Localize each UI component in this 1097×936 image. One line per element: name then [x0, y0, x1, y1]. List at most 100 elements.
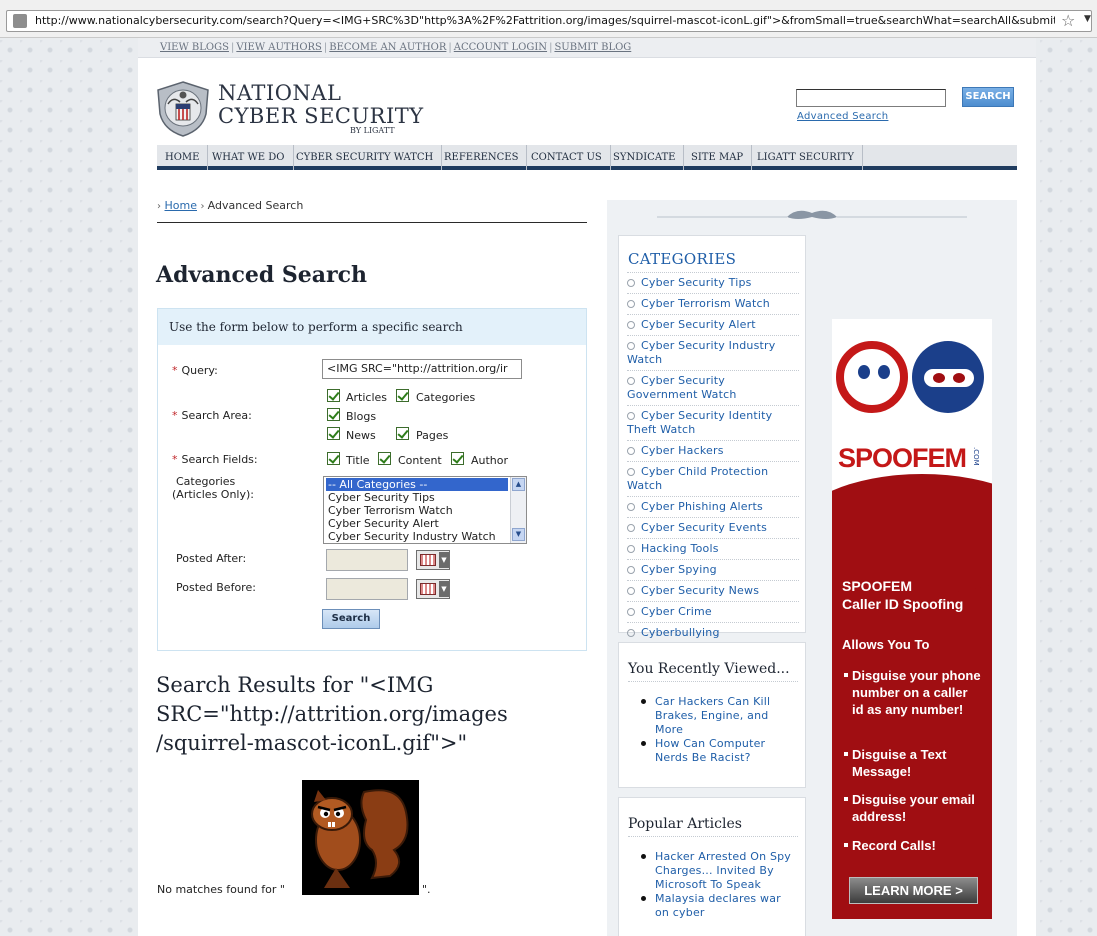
category-link[interactable]: Cyber Child Protection Watch: [627, 461, 799, 496]
area-articles-label: Articles: [346, 391, 388, 404]
nav-contact-us[interactable]: CONTACT US: [523, 145, 611, 170]
field-title-checkbox[interactable]: [327, 452, 340, 465]
learn-more-button[interactable]: LEARN MORE >: [849, 877, 978, 904]
calendar-icon: [420, 583, 436, 595]
area-pages-checkbox[interactable]: [396, 427, 409, 440]
categories-label: Categories: [176, 475, 236, 488]
bullet-icon: [627, 377, 635, 385]
spoofem-advertisement[interactable]: SPOOFEM .COM SPOOFEM Caller ID Spoofing …: [832, 319, 992, 919]
bullet-icon: [627, 545, 635, 553]
categories-box: CATEGORIES Cyber Security Tips Cyber Ter…: [618, 235, 806, 639]
ad-bullet: Record Calls!: [844, 837, 982, 854]
bullet-icon: [627, 342, 635, 350]
become-author-link[interactable]: BECOME AN AUTHOR: [329, 42, 446, 53]
url-field[interactable]: http://www.nationalcybersecurity.com/sea…: [6, 10, 1092, 32]
view-blogs-link[interactable]: VIEW BLOGS: [160, 42, 229, 53]
category-link[interactable]: Cyber Phishing Alerts: [627, 496, 799, 517]
bullet-icon: [627, 629, 635, 637]
category-link[interactable]: Cyber Security Tips: [627, 272, 799, 293]
header-search-button[interactable]: SEARCH: [962, 87, 1014, 107]
popular-article-link[interactable]: Hacker Arrested On Spy Charges... Invite…: [641, 850, 795, 892]
category-link[interactable]: Cyber Hackers: [627, 440, 799, 461]
category-link[interactable]: Cyber Security Identity Theft Watch: [627, 405, 799, 440]
category-link[interactable]: Cyber Security Industry Watch: [627, 335, 799, 370]
search-fields-label: * Search Fields:: [172, 453, 258, 466]
bullet-icon: [627, 468, 635, 476]
area-articles-checkbox[interactable]: [327, 389, 340, 402]
field-title-label: Title: [346, 454, 370, 467]
breadcrumb-arrow-icon: ›: [200, 201, 208, 212]
bookmark-star-icon[interactable]: ☆: [1061, 11, 1075, 30]
ad-allows-text: Allows You To: [842, 637, 930, 652]
nav-site-map[interactable]: SITE MAP: [683, 145, 753, 170]
category-link[interactable]: Cyber Security Events: [627, 517, 799, 538]
category-link[interactable]: Cyber Spying: [627, 559, 799, 580]
bullet-icon: [627, 412, 635, 420]
categories-listbox[interactable]: -- All Categories -- Cyber Security Tips…: [323, 476, 527, 544]
url-text[interactable]: http://www.nationalcybersecurity.com/sea…: [35, 14, 1055, 30]
category-link[interactable]: Hacking Tools: [627, 538, 799, 559]
posted-before-input[interactable]: [326, 578, 408, 600]
breadcrumb: › Home › Advanced Search: [157, 199, 587, 223]
bullet-icon: [627, 447, 635, 455]
bullet-icon: [627, 587, 635, 595]
scroll-up-icon[interactable]: ▲: [512, 478, 525, 491]
recent-article-link[interactable]: Car Hackers Can Kill Brakes, Engine, and…: [641, 695, 795, 737]
nav-references[interactable]: REFERENCES: [436, 145, 528, 170]
nav-ligatt-security[interactable]: LIGATT SECURITY: [749, 145, 863, 170]
breadcrumb-home-link[interactable]: Home: [165, 199, 197, 212]
recent-article-link[interactable]: How Can Computer Nerds Be Racist?: [641, 737, 795, 765]
posted-after-label: Posted After:: [176, 552, 247, 565]
logo-title-line1[interactable]: NATIONAL: [218, 81, 341, 105]
category-link[interactable]: Cyberbullying: [627, 622, 799, 643]
advanced-search-link[interactable]: Advanced Search: [797, 111, 888, 122]
nav-what-we-do[interactable]: WHAT WE DO: [204, 145, 294, 170]
account-login-link[interactable]: ACCOUNT LOGIN: [454, 42, 547, 53]
breadcrumb-arrow-icon: ›: [157, 201, 161, 212]
ninja-mask-icon: [924, 369, 974, 387]
field-content-checkbox[interactable]: [378, 452, 391, 465]
query-input[interactable]: <IMG SRC="http://attrition.org/ir: [322, 359, 522, 379]
area-categories-label: Categories: [416, 391, 476, 404]
ad-bullet: Disguise a Text Message!: [844, 746, 982, 780]
scroll-down-icon[interactable]: ▼: [512, 528, 525, 541]
category-option[interactable]: Cyber Security Tips: [324, 491, 526, 504]
category-link[interactable]: Cyber Crime: [627, 601, 799, 622]
page-title: Advanced Search: [156, 262, 368, 288]
category-link[interactable]: Cyber Security Government Watch: [627, 370, 799, 405]
query-label: * Query:: [172, 364, 218, 377]
search-area-label: * Search Area:: [172, 409, 252, 422]
field-author-checkbox[interactable]: [451, 452, 464, 465]
url-dropdown-icon[interactable]: ▼: [1084, 14, 1091, 24]
submit-blog-link[interactable]: SUBMIT BLOG: [554, 42, 631, 53]
category-option[interactable]: Cyber Security Alert: [324, 517, 526, 530]
listbox-scrollbar[interactable]: ▲ ▼: [510, 477, 526, 543]
nav-syndicate[interactable]: SYNDICATE: [605, 145, 685, 170]
eagle-seal-icon[interactable]: [156, 80, 210, 138]
popular-article-link[interactable]: Malaysia declares war on cyber: [641, 892, 795, 920]
category-link[interactable]: Cyber Security News: [627, 580, 799, 601]
bullet-icon: [627, 566, 635, 574]
posted-after-calendar-button[interactable]: ▼: [416, 550, 450, 570]
category-link[interactable]: Cyber Terrorism Watch: [627, 293, 799, 314]
category-option[interactable]: Cyber Security Industry Watch: [324, 530, 526, 543]
results-title-line: SRC="http://attrition.org/images: [156, 702, 508, 726]
area-categories-checkbox[interactable]: [396, 389, 409, 402]
header-search-input[interactable]: [796, 89, 946, 107]
categories-title: CATEGORIES: [628, 250, 737, 268]
logo-title-line2[interactable]: CYBER SECURITY: [218, 104, 424, 128]
posted-after-input[interactable]: [326, 549, 408, 571]
area-blogs-label: Blogs: [346, 410, 377, 423]
category-option[interactable]: -- All Categories --: [326, 478, 508, 491]
category-link[interactable]: Cyber Security Alert: [627, 314, 799, 335]
nav-cyber-security-watch[interactable]: CYBER SECURITY WATCH: [288, 145, 443, 170]
nav-home[interactable]: HOME: [157, 145, 209, 170]
area-blogs-checkbox[interactable]: [327, 408, 340, 421]
smiley-face-icon: [836, 341, 908, 413]
form-search-button[interactable]: Search: [322, 609, 380, 629]
area-news-checkbox[interactable]: [327, 427, 340, 440]
posted-before-calendar-button[interactable]: ▼: [416, 579, 450, 599]
view-authors-link[interactable]: VIEW AUTHORS: [236, 42, 322, 53]
bullet-icon: [627, 321, 635, 329]
category-option[interactable]: Cyber Terrorism Watch: [324, 504, 526, 517]
